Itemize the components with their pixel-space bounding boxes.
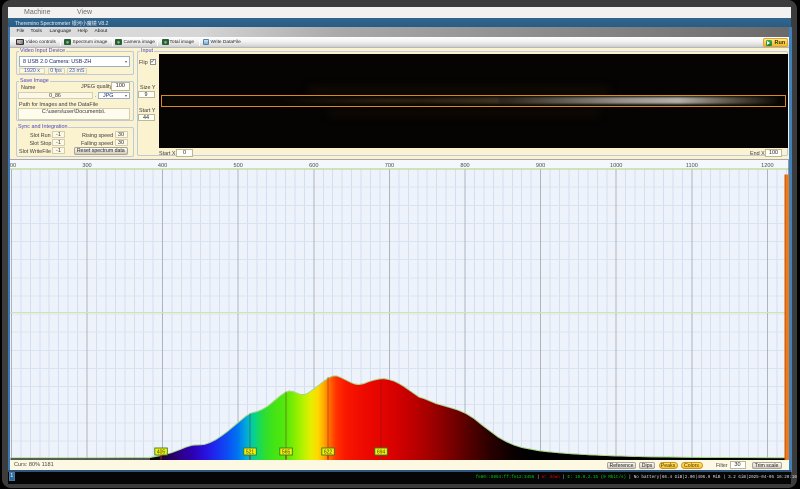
svg-text:1100: 1100 (686, 163, 698, 169)
svg-text:1000: 1000 (610, 163, 622, 169)
svg-text:565: 565 (282, 449, 291, 455)
svg-text:500: 500 (234, 163, 243, 169)
svg-text:694: 694 (377, 449, 386, 455)
svg-text:405: 405 (157, 449, 166, 455)
svg-text:200: 200 (10, 163, 16, 169)
svg-text:521: 521 (246, 449, 255, 455)
svg-text:600: 600 (309, 163, 318, 169)
svg-text:700: 700 (385, 163, 394, 169)
svg-text:1200: 1200 (761, 163, 773, 169)
svg-text:400: 400 (158, 163, 167, 169)
svg-text:800: 800 (460, 163, 469, 169)
svg-text:300: 300 (82, 163, 91, 169)
svg-text:900: 900 (536, 163, 545, 169)
svg-text:622: 622 (324, 449, 333, 455)
